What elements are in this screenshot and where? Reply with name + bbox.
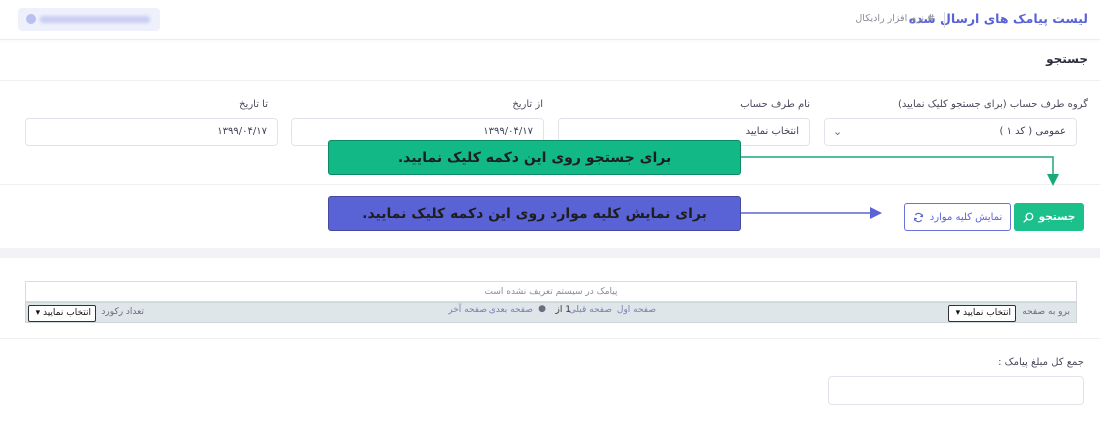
top-header-bar: لیست پیامک های ارسال شده # نرم افزار راد… xyxy=(0,0,1100,40)
next-page-link[interactable]: صفحه بعدی xyxy=(489,305,533,315)
show-all-button-label: نمایش کلیه موارد xyxy=(929,211,1003,223)
search-button-label: جستجو xyxy=(1038,211,1076,223)
chevron-down-icon: ▾ xyxy=(955,308,961,318)
chevron-down-icon: ⌄ xyxy=(833,125,843,138)
goto-page-select-value: انتخاب نمایید xyxy=(962,308,1011,318)
summary-divider xyxy=(0,338,1100,339)
search-button[interactable]: جستجو xyxy=(1014,203,1084,231)
to-date-value: ۱۳۹۹/۰۴/۱۷ xyxy=(217,126,267,137)
first-page-link[interactable]: صفحه اول xyxy=(617,305,656,315)
calendar-dot-icon xyxy=(26,14,36,24)
search-icon xyxy=(1023,212,1034,223)
form-divider xyxy=(0,184,1100,185)
account-name-label: نام طرف حساب xyxy=(740,99,810,110)
record-count-select-value: انتخاب نمایید xyxy=(42,308,91,318)
account-name-placeholder: انتخاب نمایید xyxy=(745,126,799,137)
record-count-label: تعداد رکورد xyxy=(101,307,144,317)
search-hint-arrow xyxy=(741,156,1059,186)
account-group-value: عمومی ( کد ۱ ) xyxy=(999,126,1066,137)
to-date-input[interactable]: ۱۳۹۹/۰۴/۱۷ xyxy=(25,118,278,146)
search-section-title: جستجو xyxy=(1046,52,1088,66)
search-hint-callout: برای جستجو روی این دکمه کلیک نمایید. xyxy=(328,140,741,175)
from-date-label: از تاریخ xyxy=(512,99,543,110)
page-info: 1 از xyxy=(555,305,571,315)
from-date-value: ۱۳۹۹/۰۴/۱۷ xyxy=(483,126,533,137)
account-group-select[interactable]: عمومی ( کد ۱ ) ⌄ xyxy=(824,118,1077,146)
last-page-link[interactable]: صفحه آخر xyxy=(448,305,487,315)
prev-page-link[interactable]: صفحه قبلی xyxy=(569,305,612,315)
total-sms-amount-field xyxy=(828,376,1084,405)
section-divider xyxy=(0,80,1100,81)
show-all-hint-callout: برای نمایش کلیه موارد روی این دکمه کلیک … xyxy=(328,196,741,231)
to-date-label: تا تاریخ xyxy=(239,99,268,110)
date-badge-text-blurred xyxy=(40,16,150,23)
record-count-select[interactable]: انتخاب نمایید ▾ xyxy=(28,305,96,322)
empty-message-row: پیامک در سیستم تعریف نشده است xyxy=(25,281,1077,302)
date-badge xyxy=(18,8,160,31)
show-all-button[interactable]: نمایش کلیه موارد xyxy=(904,203,1011,231)
chevron-down-icon: ▾ xyxy=(35,308,41,318)
page-title: لیست پیامک های ارسال شده xyxy=(908,11,1088,26)
pager-bar: برو به صفحه انتخاب نمایید ▾ صفحه اول صفح… xyxy=(25,302,1077,323)
page-dot-icon: ● xyxy=(538,304,546,314)
title-divider xyxy=(944,12,945,28)
account-group-label: گروه طرف حساب (برای جستجو کلیک نمایید) xyxy=(898,99,1088,110)
goto-page-select[interactable]: انتخاب نمایید ▾ xyxy=(948,305,1016,322)
goto-page-label: برو به صفحه xyxy=(1022,307,1070,317)
breadcrumb[interactable]: # نرم افزار رادیکال xyxy=(855,13,935,24)
refresh-icon xyxy=(913,212,923,222)
total-sms-amount-label: جمع کل مبلغ پیامک : xyxy=(998,357,1084,368)
section-band xyxy=(0,248,1100,258)
